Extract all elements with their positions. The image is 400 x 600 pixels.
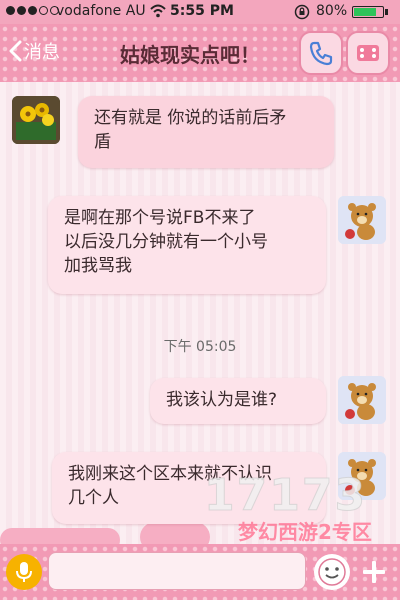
contact-info-button[interactable] — [346, 31, 390, 75]
bear-avatar-icon — [338, 376, 386, 424]
message-text-line: 还有就是 你说的话前后矛 — [94, 108, 287, 128]
timestamp: 下午 05:05 — [163, 339, 237, 355]
plus-icon — [363, 561, 385, 583]
message-text-line: 加我骂我 — [64, 256, 132, 276]
bear-avatar-icon — [338, 452, 386, 500]
wifi-icon — [150, 4, 166, 18]
battery-percentage: 80% — [316, 3, 348, 19]
message-bubble-outgoing[interactable]: 我该认为是谁? — [150, 378, 326, 424]
flower-box-avatar-icon — [12, 96, 60, 144]
message-text-line: 几个人 — [68, 488, 119, 508]
navigation-bar: 消息 姑娘现实点吧！ — [0, 24, 400, 82]
back-button[interactable]: 消息 — [8, 38, 60, 64]
self-avatar[interactable] — [338, 196, 386, 244]
rotation-lock-icon — [294, 4, 310, 20]
contact-avatar[interactable] — [12, 96, 60, 144]
message-text-line: 盾 — [94, 132, 111, 152]
self-avatar[interactable] — [338, 376, 386, 424]
more-options-button[interactable] — [358, 556, 390, 588]
signal-strength-icon — [6, 6, 59, 15]
battery-nub — [385, 9, 388, 15]
message-text-line: 以后没几分钟就有一个小号 — [64, 232, 268, 252]
message-bubble-outgoing[interactable]: 我刚来这个区本来就不认识 几个人 — [52, 452, 326, 524]
status-bar: vodafone AU 5:55 PM 80% — [0, 0, 400, 24]
voice-input-button[interactable] — [6, 554, 42, 590]
phone-icon — [309, 41, 333, 66]
back-label: 消息 — [24, 42, 60, 63]
message-bubble-outgoing[interactable]: 是啊在那个号说FB不来了 以后没几分钟就有一个小号 加我骂我 — [48, 196, 326, 294]
input-bar — [0, 544, 400, 600]
smiley-face-icon — [318, 558, 346, 586]
self-avatar[interactable] — [338, 452, 386, 500]
emoji-button[interactable] — [314, 554, 350, 590]
microphone-icon — [16, 562, 32, 582]
message-text-line: 我该认为是谁? — [166, 390, 278, 410]
carrier-name: vodafone AU — [56, 3, 146, 19]
message-input[interactable] — [48, 552, 306, 590]
bear-avatar-icon — [338, 196, 386, 244]
message-text-line: 我刚来这个区本来就不认识 — [68, 464, 272, 484]
call-button[interactable] — [299, 31, 343, 75]
chat-title: 姑娘现实点吧！ — [120, 43, 260, 67]
status-time: 5:55 PM — [170, 3, 234, 19]
chevron-left-icon — [9, 40, 22, 62]
battery-icon — [352, 6, 384, 18]
profile-card-icon — [357, 45, 379, 61]
message-bubble-incoming[interactable]: 还有就是 你说的话前后矛 盾 — [78, 96, 334, 168]
message-text-line: 是啊在那个号说FB不来了 — [64, 208, 256, 228]
